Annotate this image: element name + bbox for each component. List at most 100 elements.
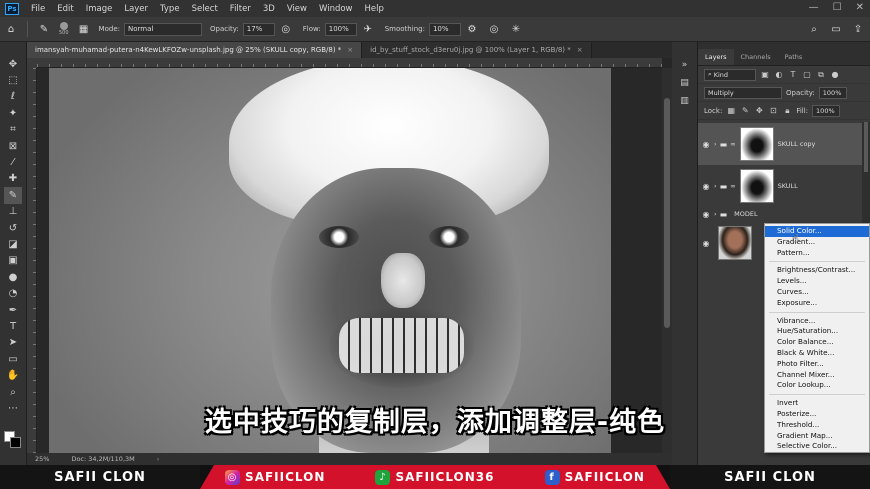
menu-image[interactable]: Image	[80, 4, 119, 14]
horizontal-ruler[interactable]	[37, 58, 662, 68]
mode-select[interactable]: Normal	[123, 22, 202, 36]
pressure-opacity-icon[interactable]: ◎	[278, 21, 294, 37]
properties-panel-icon[interactable]: ▥	[680, 96, 689, 106]
frame-tool-icon[interactable]: ⊠	[4, 138, 22, 154]
vertical-ruler[interactable]	[27, 68, 37, 453]
menu-select[interactable]: Select	[186, 4, 224, 14]
search-icon[interactable]: ⌕	[806, 21, 822, 37]
chevron-right-icon[interactable]: ›	[714, 182, 717, 190]
gradient-tool-icon[interactable]: ▣	[4, 253, 22, 269]
tab-paths[interactable]: Paths	[778, 49, 810, 65]
layer-thumbnail[interactable]	[718, 226, 752, 260]
chevron-right-icon[interactable]: ›	[714, 210, 717, 218]
doc-tab-secondary[interactable]: id_by_stuff_stock_d3eru0j.jpg @ 100% (La…	[362, 42, 592, 58]
tab-channels[interactable]: Channels	[734, 49, 778, 65]
hand-tool-icon[interactable]: ✋	[4, 367, 22, 383]
smoothing-input[interactable]: 10%	[428, 22, 461, 36]
collapse-panels-icon[interactable]: »	[682, 60, 688, 70]
visibility-eye-icon[interactable]: ◉	[698, 210, 714, 219]
smoothing-options-gear-icon[interactable]: ⚙	[464, 21, 480, 37]
crop-tool-icon[interactable]: ⌗	[4, 122, 22, 138]
menu-3d[interactable]: 3D	[257, 4, 281, 14]
history-brush-tool-icon[interactable]: ↺	[4, 220, 22, 236]
clone-stamp-tool-icon[interactable]: ⊥	[4, 204, 22, 220]
canvas-area[interactable]	[37, 68, 662, 453]
flow-input[interactable]: 100%	[324, 22, 357, 36]
scrollbar-thumb[interactable]	[864, 122, 868, 172]
layer-opacity-input[interactable]: 100%	[818, 86, 847, 99]
dodge-tool-icon[interactable]: ◔	[4, 285, 22, 301]
document-canvas[interactable]	[49, 68, 611, 453]
menu-item-black-white[interactable]: Black & White...	[765, 348, 869, 359]
layer-row-skull-copy[interactable]: ◉ › ▬ ∞ SKULL copy	[698, 123, 862, 165]
quick-select-tool-icon[interactable]: ✦	[4, 105, 22, 121]
menu-item-photo-filter[interactable]: Photo Filter...	[765, 359, 869, 370]
chevron-right-icon[interactable]: ›	[157, 455, 160, 463]
visibility-eye-icon[interactable]: ◉	[698, 182, 714, 191]
rectangle-tool-icon[interactable]: ▭	[4, 351, 22, 367]
adjustment-filter-icon[interactable]: ◐	[774, 70, 784, 79]
airbrush-icon[interactable]: ✈	[360, 21, 376, 37]
visibility-eye-icon[interactable]: ◉	[698, 140, 714, 149]
menu-window[interactable]: Window	[313, 4, 359, 14]
maximize-button[interactable]: ☐	[833, 2, 842, 13]
share-icon[interactable]: ⇪	[850, 21, 866, 37]
menu-type[interactable]: Type	[154, 4, 186, 14]
pen-tool-icon[interactable]: ✒	[4, 302, 22, 318]
menu-layer[interactable]: Layer	[118, 4, 154, 14]
workspace-icon[interactable]: ▭	[828, 21, 844, 37]
menu-item-gradient[interactable]: Gradient...	[765, 237, 869, 248]
healing-brush-tool-icon[interactable]: ✚	[4, 171, 22, 187]
brush-size-picker[interactable]: 500	[59, 22, 69, 36]
brush-tool-preset-icon[interactable]: ✎	[36, 21, 52, 37]
layer-mask-thumbnail[interactable]	[739, 127, 774, 161]
menu-filter[interactable]: Filter	[224, 4, 257, 14]
layer-row-model[interactable]: ◉ › ▬ MODEL	[698, 207, 862, 221]
symmetry-icon[interactable]: ✳	[508, 21, 524, 37]
fill-input[interactable]: 100%	[812, 104, 841, 117]
menu-item-selective-color[interactable]: Selective Color...	[765, 441, 869, 452]
lock-artboard-icon[interactable]: ⊡	[768, 106, 778, 115]
canvas-vertical-scrollbar[interactable]	[662, 68, 672, 453]
doc-tab-main[interactable]: imansyah-muhamad-putera-n4KewLKFOZw-unsp…	[27, 42, 363, 58]
move-tool-icon[interactable]: ✥	[4, 56, 22, 72]
menu-item-hue-saturation[interactable]: Hue/Saturation...	[765, 326, 869, 337]
history-panel-icon[interactable]: ▤	[680, 78, 689, 88]
close-button[interactable]: ✕	[856, 2, 864, 13]
menu-item-exposure[interactable]: Exposure...	[765, 298, 869, 309]
blend-mode-select[interactable]: Multiply	[704, 86, 782, 99]
eyedropper-tool-icon[interactable]: ⁄	[4, 154, 22, 170]
scrollbar-thumb[interactable]	[664, 98, 670, 328]
path-selection-tool-icon[interactable]: ➤	[4, 335, 22, 351]
filter-toggle-icon[interactable]: ●	[830, 70, 840, 79]
home-icon[interactable]: ⌂	[3, 21, 19, 37]
menu-file[interactable]: File	[25, 4, 51, 14]
kind-filter-select[interactable]: ⌕ Kind	[704, 68, 756, 81]
opacity-input[interactable]: 17%	[242, 22, 275, 36]
menu-item-color-balance[interactable]: Color Balance...	[765, 337, 869, 348]
menu-view[interactable]: View	[281, 4, 313, 14]
menu-item-pattern[interactable]: Pattern...	[765, 248, 869, 259]
lock-transparent-icon[interactable]: ▦	[726, 106, 736, 115]
layer-mask-thumbnail[interactable]	[739, 169, 774, 203]
chevron-right-icon[interactable]: ›	[714, 140, 717, 148]
lasso-tool-icon[interactable]: ℓ	[4, 89, 22, 105]
marquee-tool-icon[interactable]: ⬚	[4, 72, 22, 88]
minimize-button[interactable]: —	[809, 2, 819, 13]
visibility-eye-icon[interactable]: ◉	[698, 239, 714, 248]
menu-item-brightness-contrast[interactable]: Brightness/Contrast...	[765, 265, 869, 276]
menu-item-solid-color[interactable]: Solid Color...	[765, 226, 869, 237]
menu-item-channel-mixer[interactable]: Channel Mixer...	[765, 370, 869, 381]
lock-all-icon[interactable]: 🔒︎	[782, 106, 792, 116]
smart-object-filter-icon[interactable]: ⧉	[816, 70, 826, 80]
lock-position-icon[interactable]: ✥	[754, 106, 764, 115]
pressure-size-icon[interactable]: ◎	[486, 21, 502, 37]
menu-help[interactable]: Help	[359, 4, 390, 14]
pixel-filter-icon[interactable]: ▣	[760, 70, 770, 79]
zoom-level[interactable]: 25%	[35, 455, 49, 463]
eraser-tool-icon[interactable]: ◪	[4, 236, 22, 252]
zoom-tool-icon[interactable]: ⌕	[4, 384, 22, 400]
shape-filter-icon[interactable]: ▢	[802, 70, 812, 79]
close-tab-icon[interactable]: ×	[347, 46, 353, 54]
brush-tool-icon[interactable]: ✎	[4, 187, 22, 204]
